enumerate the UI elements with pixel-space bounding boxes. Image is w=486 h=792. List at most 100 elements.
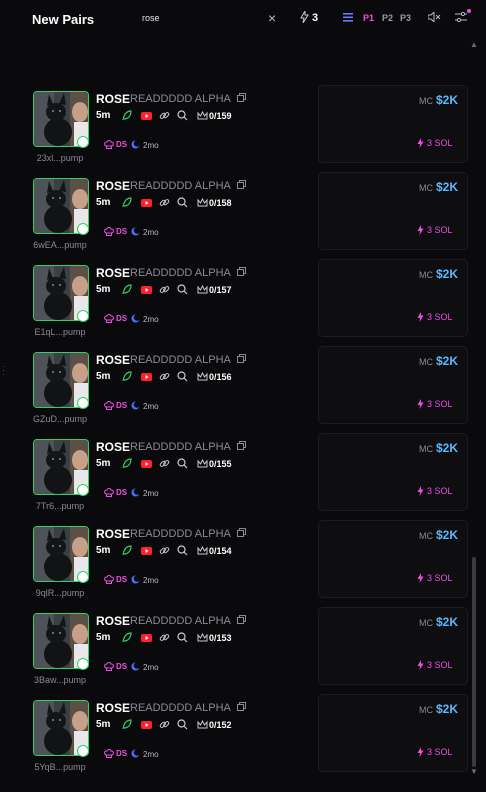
close-icon[interactable]: ×	[268, 10, 276, 26]
link-icon[interactable]	[159, 371, 170, 382]
search-icon[interactable]	[177, 632, 188, 643]
quick-buy-button[interactable]: 3 SOL	[417, 312, 453, 322]
token-address[interactable]: E1qL...pump	[28, 327, 92, 337]
youtube-icon[interactable]	[141, 460, 152, 468]
pair-row[interactable]: E1qL...pump ROSE READDDDD ALPHA 5m 0/157 DS 2m…	[28, 259, 468, 347]
search-icon[interactable]	[177, 110, 188, 121]
moon-icon	[131, 140, 140, 149]
pair-age: 5m	[96, 719, 111, 730]
leaf-icon[interactable]	[122, 545, 132, 556]
link-icon[interactable]	[159, 197, 170, 208]
crown-icon	[197, 633, 208, 642]
dex-screener-badge[interactable]: DS	[116, 140, 127, 149]
search-icon[interactable]	[177, 284, 188, 295]
quick-buy-button[interactable]: 3 SOL	[417, 399, 453, 409]
list-icon[interactable]	[343, 13, 353, 22]
copy-icon[interactable]	[237, 93, 246, 102]
search-icon[interactable]	[177, 371, 188, 382]
dex-screener-badge[interactable]: DS	[116, 227, 127, 236]
link-icon[interactable]	[159, 719, 170, 730]
lightning-icon	[417, 138, 424, 148]
quick-buy-button[interactable]: 3 SOL	[417, 225, 453, 235]
copy-icon[interactable]	[237, 702, 246, 711]
preset-p2[interactable]: P2	[382, 13, 393, 23]
settings-sliders-icon[interactable]	[455, 11, 467, 23]
youtube-icon[interactable]	[141, 721, 152, 729]
token-address[interactable]: 7Tr6...pump	[28, 501, 92, 511]
youtube-icon[interactable]	[141, 199, 152, 207]
holder-count: 0/159	[209, 111, 232, 121]
link-icon[interactable]	[159, 284, 170, 295]
preset-p1[interactable]: P1	[363, 13, 374, 23]
leaf-icon[interactable]	[122, 197, 132, 208]
search-icon[interactable]	[177, 719, 188, 730]
preset-p3[interactable]: P3	[400, 13, 411, 23]
copy-icon[interactable]	[237, 528, 246, 537]
token-address[interactable]: 3Baw...pump	[28, 675, 92, 685]
pair-age: 5m	[96, 371, 111, 382]
dex-screener-badge[interactable]: DS	[116, 314, 127, 323]
pair-row[interactable]: 23xl...pump ROSE READDDDD ALPHA 5m 0/159 DS 2m…	[28, 85, 468, 173]
pair-row[interactable]: 9qlR...pump ROSE READDDDD ALPHA 5m 0/154 DS 2m…	[28, 520, 468, 608]
lightning-icon	[417, 747, 424, 757]
mute-icon[interactable]	[428, 12, 441, 22]
dex-screener-badge[interactable]: DS	[116, 488, 127, 497]
leaf-icon[interactable]	[122, 371, 132, 382]
copy-icon[interactable]	[237, 354, 246, 363]
scrollbar-thumb[interactable]	[472, 557, 476, 767]
token-address[interactable]: 9qlR...pump	[28, 588, 92, 598]
pair-row[interactable]: 3Baw...pump ROSE READDDDD ALPHA 5m 0/153 DS 2m…	[28, 607, 468, 695]
pair-row[interactable]: 5YqB...pump ROSE READDDDD ALPHA 5m 0/152 DS 2m…	[28, 694, 468, 782]
trade-panel: MC $2K 3 SOL	[318, 694, 468, 772]
search-icon[interactable]	[177, 458, 188, 469]
pair-row[interactable]: GZuD...pump ROSE READDDDD ALPHA 5m 0/156 DS 2m…	[28, 346, 468, 434]
scroll-up-arrow[interactable]: ▲	[470, 40, 478, 49]
dex-screener-badge[interactable]: DS	[116, 575, 127, 584]
search-icon[interactable]	[177, 545, 188, 556]
youtube-icon[interactable]	[141, 634, 152, 642]
link-icon[interactable]	[159, 632, 170, 643]
leaf-icon[interactable]	[122, 632, 132, 643]
leaf-icon[interactable]	[122, 458, 132, 469]
dex-screener-badge[interactable]: DS	[116, 749, 127, 758]
link-icon[interactable]	[159, 545, 170, 556]
quick-buy-button[interactable]: 3 SOL	[417, 486, 453, 496]
leaf-icon[interactable]	[122, 719, 132, 730]
youtube-icon[interactable]	[141, 373, 152, 381]
youtube-icon[interactable]	[141, 112, 152, 120]
pair-row[interactable]: 7Tr6...pump ROSE READDDDD ALPHA 5m 0/155 DS 2m…	[28, 433, 468, 521]
token-address[interactable]: GZuD...pump	[28, 414, 92, 424]
link-icon[interactable]	[159, 110, 170, 121]
quick-buy-button[interactable]: 3 SOL	[417, 747, 453, 757]
quick-buy-button[interactable]: 3 SOL	[417, 573, 453, 583]
dex-screener-badge[interactable]: DS	[116, 662, 127, 671]
copy-icon[interactable]	[237, 267, 246, 276]
token-age: 2mo	[143, 750, 159, 759]
quick-buy-label: 3 SOL	[427, 747, 453, 757]
crown-icon	[197, 285, 208, 294]
copy-icon[interactable]	[237, 441, 246, 450]
market-cap-label: MC	[419, 705, 433, 715]
quick-buy-button[interactable]: 3 SOL	[417, 660, 453, 670]
quick-buy-count[interactable]: 3	[312, 12, 318, 24]
token-address[interactable]: 23xl...pump	[28, 153, 92, 163]
youtube-icon[interactable]	[141, 286, 152, 294]
holder-count: 0/158	[209, 198, 232, 208]
youtube-icon[interactable]	[141, 547, 152, 555]
dex-screener-badge[interactable]: DS	[116, 401, 127, 410]
lightning-icon	[300, 11, 309, 23]
quick-buy-button[interactable]: 3 SOL	[417, 138, 453, 148]
drag-handle[interactable]: · · ·	[2, 363, 5, 379]
pair-row[interactable]: 6wEA...pump ROSE READDDDD ALPHA 5m 0/158 DS 2m…	[28, 172, 468, 260]
pair-age: 5m	[96, 110, 111, 121]
token-address[interactable]: 5YqB...pump	[28, 762, 92, 772]
leaf-icon[interactable]	[122, 284, 132, 295]
leaf-icon[interactable]	[122, 110, 132, 121]
token-address[interactable]: 6wEA...pump	[28, 240, 92, 250]
scroll-down-arrow[interactable]: ▼	[470, 767, 478, 776]
search-icon[interactable]	[177, 197, 188, 208]
copy-icon[interactable]	[237, 615, 246, 624]
copy-icon[interactable]	[237, 180, 246, 189]
link-icon[interactable]	[159, 458, 170, 469]
search-input[interactable]: rose	[142, 13, 160, 23]
